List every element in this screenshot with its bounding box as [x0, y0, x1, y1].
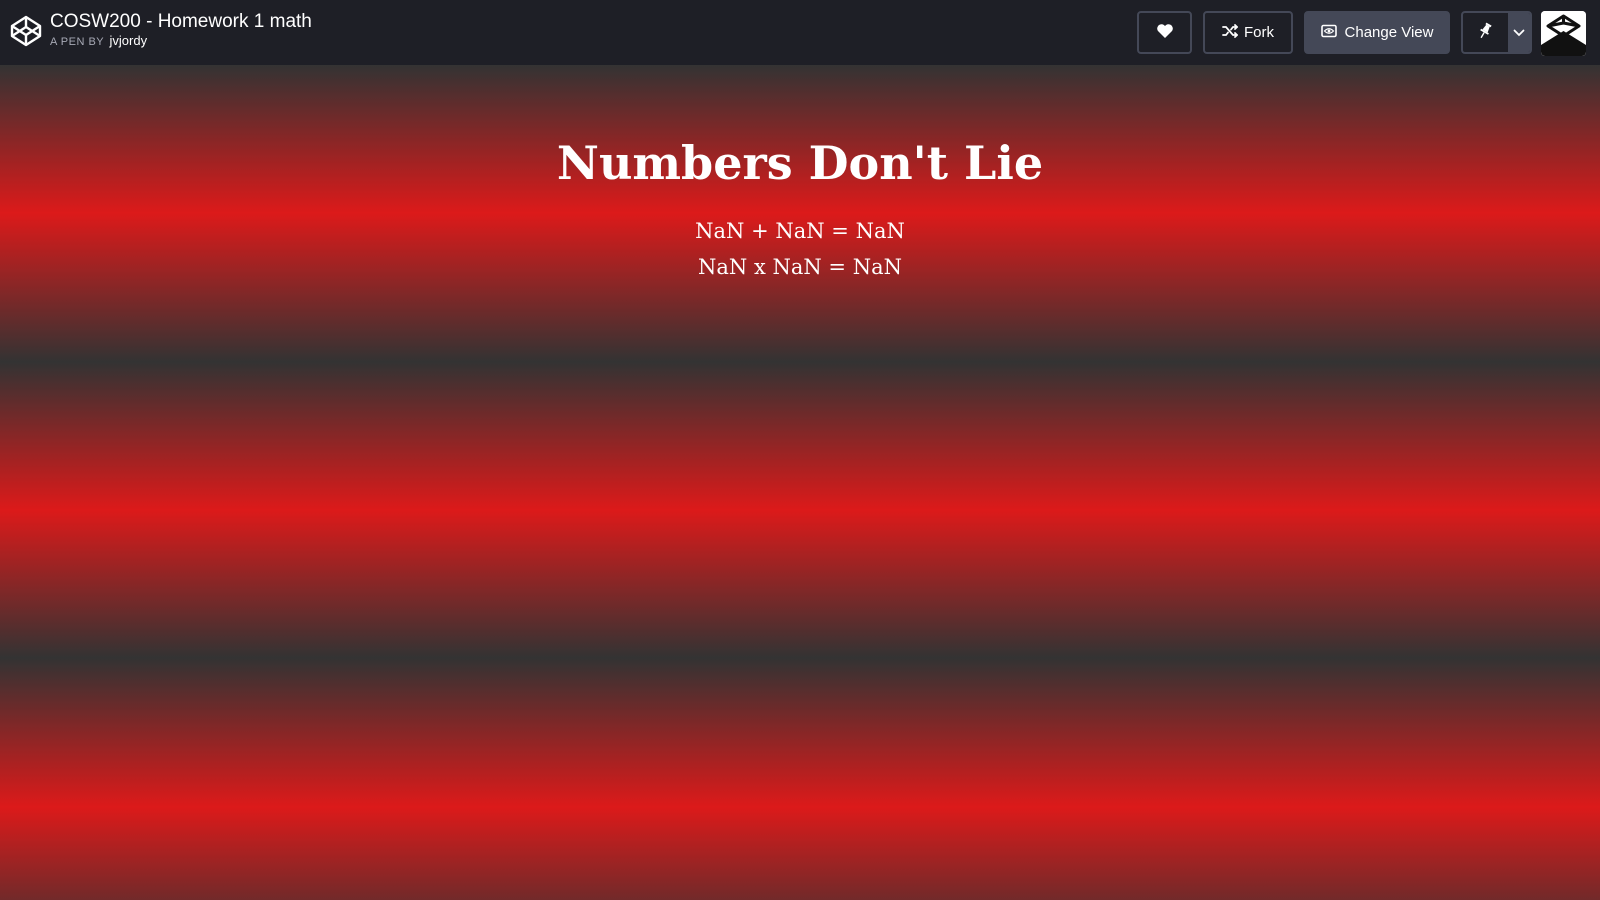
pin-icon — [1477, 22, 1493, 44]
heart-icon — [1156, 23, 1174, 43]
fork-label: Fork — [1244, 24, 1274, 41]
pin-button-group — [1461, 11, 1532, 54]
codepen-logo-icon[interactable] — [9, 14, 43, 48]
fork-button[interactable]: Fork — [1203, 11, 1293, 54]
author-link[interactable]: jvjordy — [110, 33, 148, 48]
change-view-label: Change View — [1344, 24, 1434, 41]
byline-prefix: A PEN BY — [50, 36, 104, 48]
fork-icon — [1222, 23, 1239, 42]
top-bar: COSW200 - Homework 1 math A PEN BY jvjor… — [0, 0, 1600, 65]
pen-title: COSW200 - Homework 1 math — [50, 11, 312, 32]
pen-title-block: COSW200 - Homework 1 math A PEN BY jvjor… — [50, 10, 312, 49]
eye-icon — [1320, 24, 1337, 42]
avatar[interactable] — [1541, 11, 1586, 56]
pin-dropdown-toggle[interactable] — [1507, 13, 1530, 52]
equation-product: NaN x NaN = NaN — [698, 255, 902, 279]
byline: A PEN BY jvjordy — [50, 34, 312, 49]
like-button[interactable] — [1137, 11, 1192, 54]
pen-preview: Numbers Don't Lie NaN + NaN = NaN NaN x … — [0, 65, 1600, 900]
page-heading: Numbers Don't Lie — [556, 136, 1044, 190]
pin-button[interactable] — [1463, 13, 1508, 52]
change-view-button[interactable]: Change View — [1304, 11, 1450, 54]
equation-sum: NaN + NaN = NaN — [695, 219, 905, 243]
chevron-down-icon — [1513, 24, 1525, 41]
